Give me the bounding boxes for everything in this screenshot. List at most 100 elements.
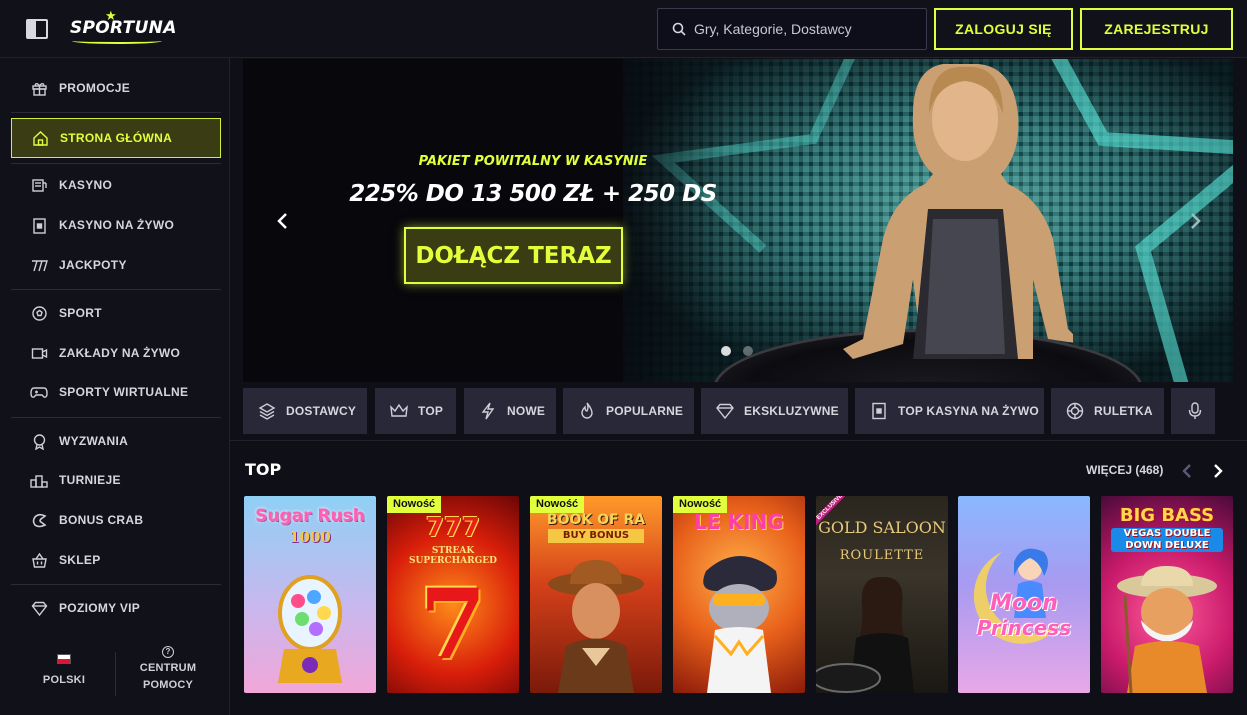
game-tile-big-bass-vegas[interactable]: BIG BASS VEGAS DOUBLE DOWN DELUXE bbox=[1101, 496, 1233, 693]
section-title: TOP bbox=[245, 460, 282, 479]
chevron-right-icon[interactable] bbox=[1211, 461, 1225, 481]
game-subtitle: STREAK SUPERCHARGED bbox=[409, 546, 497, 566]
banner-next-icon[interactable] bbox=[1185, 209, 1205, 233]
divider bbox=[11, 584, 221, 585]
help-label-line-2: POMOCY bbox=[142, 679, 194, 691]
divider bbox=[11, 417, 221, 418]
question-icon: ? bbox=[162, 646, 174, 658]
sidebar-item-label: KASYNO NA ŻYWO bbox=[59, 218, 175, 232]
poland-flag-icon bbox=[57, 654, 71, 664]
tab-game-shows[interactable] bbox=[1171, 388, 1215, 434]
seven-symbol-image: 7 bbox=[419, 568, 487, 681]
tab-label: TOP KASYNA NA ŻYWO bbox=[898, 404, 1039, 418]
sidebar-item-label: SKLEP bbox=[59, 553, 101, 567]
sidebar-item-label: BONUS CRAB bbox=[59, 513, 144, 527]
live-casino-icon bbox=[869, 401, 889, 421]
login-button[interactable]: ZALOGUJ SIĘ bbox=[934, 8, 1073, 50]
game-title: Moon bbox=[990, 591, 1058, 616]
game-tile-sugar-rush[interactable]: Sugar Rush 1000 bbox=[244, 496, 376, 693]
search-box[interactable] bbox=[657, 8, 927, 50]
game-tile-moon-princess[interactable]: Moon Princess bbox=[958, 496, 1090, 693]
top-header: ★ SPORTUNA ZALOGUJ SIĘ ZAREJESTRUJ bbox=[0, 0, 1247, 58]
game-subtitle: 1000 bbox=[289, 528, 331, 546]
tab-label: EKSKLUZYWNE bbox=[744, 404, 839, 418]
sidebar-item-wyzwania[interactable]: WYZWANIA bbox=[11, 422, 221, 460]
sidebar-item-label: SPORTY WIRTUALNE bbox=[59, 385, 189, 399]
sidebar-item-label: KASYNO bbox=[59, 178, 113, 192]
banner-prev-icon[interactable] bbox=[273, 209, 293, 233]
sidebar-item-sport[interactable]: SPORT bbox=[11, 294, 221, 332]
game-subtitle: Princess bbox=[976, 616, 1072, 640]
more-games-link[interactable]: WIĘCEJ (468) bbox=[1086, 463, 1163, 477]
banner-subtitle: PAKIET POWITALNY W KASYNIE bbox=[418, 154, 648, 169]
register-button[interactable]: ZAREJESTRUJ bbox=[1080, 8, 1233, 50]
language-selector[interactable]: POLSKI bbox=[36, 654, 92, 686]
search-input[interactable] bbox=[694, 21, 914, 37]
microphone-icon bbox=[1185, 401, 1205, 421]
casino-icon bbox=[30, 176, 48, 194]
sidebar-item-label: WYZWANIA bbox=[59, 434, 129, 448]
gamepad-icon bbox=[30, 383, 48, 401]
divider bbox=[115, 652, 116, 696]
sidebar-item-jackpoty[interactable]: JACKPOTY bbox=[11, 246, 221, 284]
sidebar-item-label: TURNIEJE bbox=[59, 473, 121, 487]
carousel-dot[interactable] bbox=[721, 346, 731, 356]
help-center-link[interactable]: ? CENTRUM POMOCY bbox=[130, 646, 206, 694]
game-tile-le-king[interactable]: LE KING Nowość bbox=[673, 496, 805, 693]
sidebar-item-turnieje[interactable]: TURNIEJE bbox=[11, 461, 221, 499]
tab-dostawcy[interactable]: DOSTAWCY bbox=[243, 388, 367, 434]
flame-icon bbox=[577, 401, 597, 421]
sidebar-item-label: JACKPOTY bbox=[59, 258, 127, 272]
diamond-icon bbox=[715, 401, 735, 421]
sidebar-item-promocje[interactable]: PROMOCJE bbox=[11, 69, 221, 107]
sidebar-item-zaklady-na-zywo[interactable]: ZAKŁADY NA ŻYWO bbox=[11, 334, 221, 372]
layers-icon bbox=[257, 401, 277, 421]
sidebar-item-kasyno-na-zywo[interactable]: KASYNO NA ŻYWO bbox=[11, 206, 221, 244]
category-tabs: DOSTAWCY TOP NOWE POPULARNE EKSKLUZYWNE … bbox=[243, 388, 1215, 434]
game-title: GOLD SALOON bbox=[818, 518, 946, 537]
carousel-dot[interactable] bbox=[743, 346, 753, 356]
sidebar-item-sklep[interactable]: SKLEP bbox=[11, 541, 221, 579]
crown-icon bbox=[389, 401, 409, 421]
tab-ruletka[interactable]: RULETKA bbox=[1051, 388, 1164, 434]
tab-label: NOWE bbox=[507, 404, 546, 418]
divider bbox=[11, 163, 221, 164]
game-title: 777 bbox=[425, 513, 481, 543]
tab-top-kasyna-na-zywo[interactable]: TOP KASYNA NA ŻYWO bbox=[855, 388, 1044, 434]
tab-label: DOSTAWCY bbox=[286, 404, 357, 418]
sidebar-item-label: SPORT bbox=[59, 306, 102, 320]
tab-ekskluzywne[interactable]: EKSKLUZYWNE bbox=[701, 388, 848, 434]
home-icon bbox=[31, 129, 49, 147]
game-tile-777-streak[interactable]: 777 STREAK SUPERCHARGED 7 Nowość bbox=[387, 496, 519, 693]
sidebar-item-label: ZAKŁADY NA ŻYWO bbox=[59, 346, 181, 360]
tab-nowe[interactable]: NOWE bbox=[464, 388, 556, 434]
lightning-icon bbox=[478, 401, 498, 421]
tab-label: RULETKA bbox=[1094, 404, 1153, 418]
game-title: BOOK OF RA bbox=[546, 512, 646, 528]
sidebar-toggle-icon[interactable] bbox=[26, 19, 48, 39]
tab-label: POPULARNE bbox=[606, 404, 684, 418]
sidebar-item-home[interactable]: STRONA GŁÓWNA bbox=[11, 118, 221, 158]
sidebar-item-poziomy-vip[interactable]: POZIOMY VIP bbox=[11, 589, 221, 627]
logo-swoosh bbox=[72, 38, 162, 44]
tab-top[interactable]: TOP bbox=[375, 388, 456, 434]
raccoon-image bbox=[703, 556, 777, 693]
game-tile-book-of-ra[interactable]: BOOK OF RA BUY BONUS Nowość bbox=[530, 496, 662, 693]
tab-popularne[interactable]: POPULARNE bbox=[563, 388, 694, 434]
sidebar-item-bonus-crab[interactable]: BONUS CRAB bbox=[11, 501, 221, 539]
game-tile-gold-saloon[interactable]: GOLD SALOON ROULETTE EXCLUSIVE bbox=[816, 496, 948, 693]
video-camera-icon bbox=[30, 344, 48, 362]
promo-banner[interactable]: PAKIET POWITALNY W KASYNIE 225% DO 13 50… bbox=[243, 59, 1233, 382]
divider bbox=[11, 289, 221, 290]
new-badge: Nowość bbox=[673, 496, 728, 513]
sidebar-item-label: POZIOMY VIP bbox=[59, 601, 141, 615]
sidebar-item-kasyno[interactable]: KASYNO bbox=[11, 166, 221, 204]
logo[interactable]: ★ SPORTUNA bbox=[70, 8, 176, 46]
sidebar-item-sporty-wirtualne[interactable]: SPORTY WIRTUALNE bbox=[11, 373, 221, 411]
game-title: Sugar Rush bbox=[255, 506, 365, 526]
banner-fade bbox=[583, 59, 723, 382]
chevron-left-icon[interactable] bbox=[1180, 461, 1194, 481]
join-now-button[interactable]: DOŁĄCZ TERAZ bbox=[404, 227, 623, 284]
dealer-image bbox=[816, 576, 914, 693]
tab-label: TOP bbox=[418, 404, 444, 418]
